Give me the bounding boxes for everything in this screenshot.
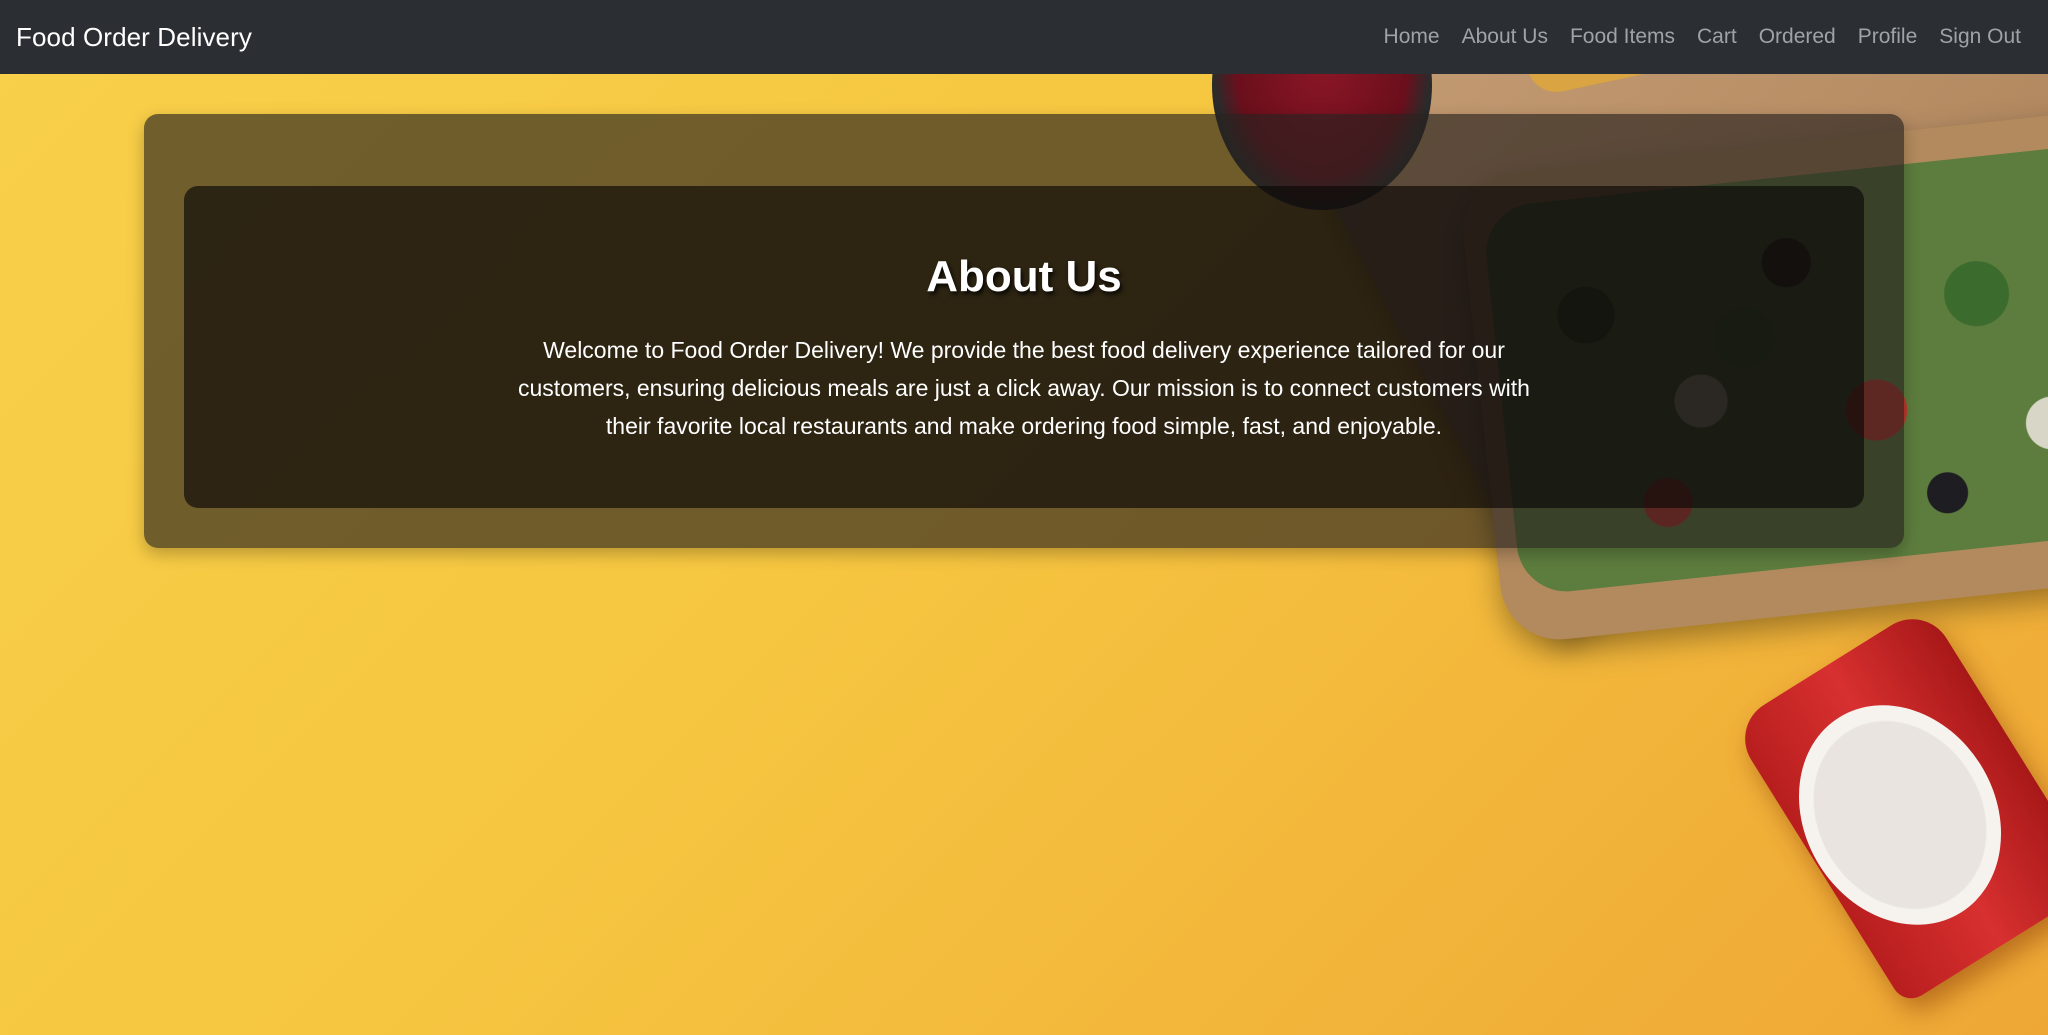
nav-link-food-items[interactable]: Food Items (1559, 25, 1686, 49)
nav-link-about-us[interactable]: About Us (1451, 25, 1559, 49)
nav-link-ordered[interactable]: Ordered (1748, 25, 1847, 49)
nav-link-sign-out[interactable]: Sign Out (1928, 25, 2032, 49)
about-description: Welcome to Food Order Delivery! We provi… (518, 337, 1530, 439)
nav-link-home[interactable]: Home (1373, 25, 1451, 49)
navbar: Food Order Delivery Home About Us Food I… (0, 0, 2048, 74)
about-title: About Us (926, 252, 1122, 301)
nav-link-profile[interactable]: Profile (1847, 25, 1929, 49)
nav-link-cart[interactable]: Cart (1686, 25, 1748, 49)
brand-link[interactable]: Food Order Delivery (16, 22, 252, 53)
about-section-inner-card: About Us Welcome to Food Order Delivery!… (184, 186, 1864, 508)
nav-links: Home About Us Food Items Cart Ordered Pr… (1373, 25, 2032, 49)
